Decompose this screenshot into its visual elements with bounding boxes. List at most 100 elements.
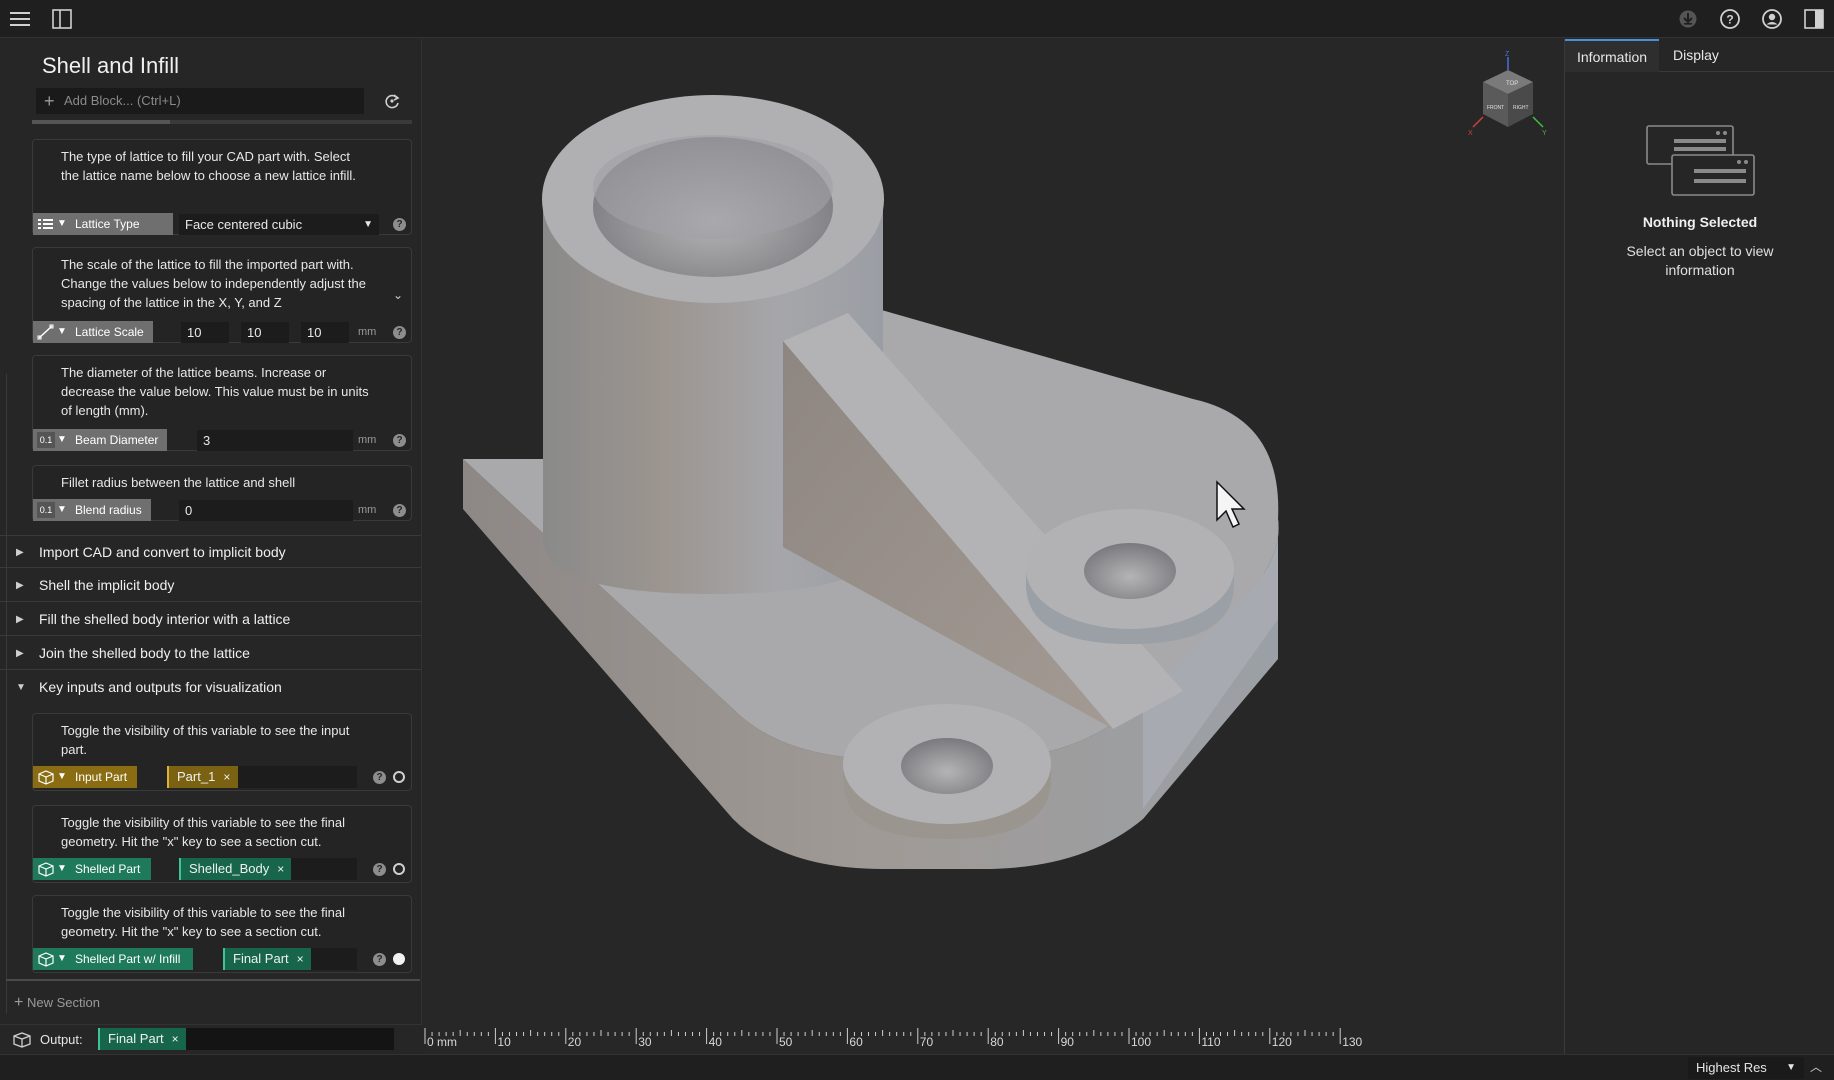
- help-icon[interactable]: ?: [373, 953, 386, 966]
- account-icon[interactable]: [1760, 7, 1784, 31]
- shelled-infill-block: Toggle the visibility of this variable t…: [32, 895, 412, 973]
- block-description: Toggle the visibility of this variable t…: [61, 815, 345, 849]
- ruler-label: 90: [1061, 1035, 1075, 1049]
- section-key-io[interactable]: ▼ Key inputs and outputs for visualizati…: [0, 671, 421, 704]
- shelled-infill-tag[interactable]: ▼ Shelled Part w/ Infill: [33, 948, 193, 970]
- chevron-right-icon: ▶: [16, 547, 24, 558]
- part-icon: [13, 1032, 31, 1048]
- chevron-up-icon[interactable]: ︿: [1810, 1058, 1822, 1075]
- help-icon[interactable]: ?: [393, 326, 406, 339]
- divider: [6, 979, 420, 981]
- visibility-toggle[interactable]: [393, 863, 405, 875]
- remove-chip-icon[interactable]: ×: [277, 862, 284, 876]
- visibility-toggle[interactable]: [393, 771, 405, 783]
- chevron-down-icon: ▼: [57, 218, 67, 229]
- lattice-scale-tag[interactable]: ▼ Lattice Scale: [33, 321, 153, 343]
- output-field[interactable]: Final Part ×: [98, 1028, 394, 1050]
- variable-field[interactable]: Final Part ×: [223, 948, 357, 970]
- axis-x-label: X: [1468, 130, 1473, 137]
- svg-text:?: ?: [1726, 13, 1733, 27]
- sidebar-toggle-icon[interactable]: [50, 7, 74, 31]
- empty-state-icon: [1646, 125, 1755, 196]
- resolution-value: Highest Res: [1696, 1060, 1767, 1075]
- chevron-down-icon: ▼: [57, 326, 67, 337]
- ruler-icon: [37, 324, 54, 340]
- shelled-part-tag[interactable]: ▼ Shelled Part: [33, 858, 151, 880]
- variable-field[interactable]: Shelled_Body ×: [179, 858, 357, 880]
- scale-z-input[interactable]: 10: [301, 322, 349, 343]
- tab-display[interactable]: Display: [1661, 39, 1731, 72]
- ruler-label: 60: [849, 1035, 863, 1049]
- add-block-input[interactable]: + Add Block... (Ctrl+L): [36, 88, 364, 114]
- 3d-viewport[interactable]: TOP FRONT RIGHT Z X Y: [423, 39, 1564, 1054]
- help-icon[interactable]: ?: [393, 504, 406, 517]
- ruler: 0 mm 10 20 30 40 50 60 70 80 90 100 110 120 130: [423, 1024, 1564, 1054]
- output-label: Output:: [40, 1032, 83, 1047]
- download-icon[interactable]: [1676, 7, 1700, 31]
- section-label: Import CAD and convert to implicit body: [39, 544, 286, 560]
- help-icon[interactable]: ?: [373, 863, 386, 876]
- block-description: The scale of the lattice to fill the imp…: [61, 257, 366, 310]
- variable-chip[interactable]: Part_1 ×: [167, 766, 238, 788]
- beam-diameter-input[interactable]: 3: [197, 430, 353, 451]
- axis-y-label: Y: [1542, 130, 1547, 137]
- chevron-down-icon: ▼: [57, 504, 67, 515]
- lattice-type-tag[interactable]: ▼ Lattice Type: [33, 213, 173, 235]
- unit-label: mm: [358, 504, 377, 516]
- chevron-down-icon: ▼: [57, 771, 67, 782]
- section-import-cad[interactable]: ▶ Import CAD and convert to implicit bod…: [0, 535, 421, 568]
- section-fill-lattice[interactable]: ▶ Fill the shelled body interior with a …: [0, 603, 421, 636]
- section-shell-body[interactable]: ▶ Shell the implicit body: [0, 569, 421, 602]
- variable-field[interactable]: Part_1 ×: [167, 766, 357, 788]
- tag-label: Shelled Part: [75, 862, 141, 876]
- blend-radius-input[interactable]: 0: [179, 500, 353, 521]
- tag-label: Beam Diameter: [75, 433, 159, 447]
- variable-chip[interactable]: Final Part ×: [223, 948, 311, 970]
- scale-y-input[interactable]: 10: [241, 322, 289, 343]
- tab-information[interactable]: Information: [1565, 39, 1660, 72]
- chevron-down-icon: ▼: [57, 434, 67, 445]
- output-row: Output: Final Part ×: [0, 1024, 422, 1054]
- page-title: Shell and Infill: [42, 53, 179, 78]
- help-icon[interactable]: ?: [1718, 7, 1742, 31]
- lattice-type-select[interactable]: Face centered cubic ▼: [179, 214, 379, 235]
- part-icon: [38, 862, 54, 877]
- blend-radius-tag[interactable]: 0.1 ▼ Blend radius: [33, 499, 151, 521]
- block-panel: Shell and Infill + Add Block... (Ctrl+L)…: [0, 39, 422, 1054]
- block-row: ▼ Shelled Part Shelled_Body × ?: [33, 858, 411, 880]
- ruler-label: 120: [1272, 1035, 1292, 1049]
- menu-icon[interactable]: [8, 7, 32, 31]
- ruler-label: 100: [1131, 1035, 1151, 1049]
- ruler-label: 20: [568, 1035, 582, 1049]
- help-icon[interactable]: ?: [393, 434, 406, 447]
- remove-chip-icon[interactable]: ×: [223, 770, 230, 784]
- section-join-lattice[interactable]: ▶ Join the shelled body to the lattice: [0, 637, 421, 670]
- new-section-button[interactable]: + New Section: [14, 994, 100, 1012]
- remove-chip-icon[interactable]: ×: [172, 1032, 179, 1046]
- remove-chip-icon[interactable]: ×: [297, 952, 304, 966]
- number-icon: 0.1: [37, 432, 55, 448]
- list-icon: [38, 219, 53, 229]
- resolution-select[interactable]: Highest Res ▼: [1688, 1057, 1804, 1079]
- expand-chevron-icon[interactable]: ⌄: [393, 288, 403, 302]
- scroll-indicator[interactable]: [32, 120, 412, 124]
- view-cube[interactable]: TOP FRONT RIGHT Z X Y: [1468, 51, 1547, 137]
- part-icon: [38, 952, 54, 967]
- scale-x-input[interactable]: 10: [181, 322, 229, 343]
- help-icon[interactable]: ?: [373, 771, 386, 784]
- visibility-toggle[interactable]: [393, 953, 405, 965]
- beam-diameter-tag[interactable]: 0.1 ▼ Beam Diameter: [33, 429, 167, 451]
- chevron-down-icon: ▼: [57, 953, 67, 964]
- chevron-right-icon: ▶: [16, 614, 24, 625]
- output-chip[interactable]: Final Part ×: [98, 1028, 186, 1050]
- variable-chip[interactable]: Shelled_Body ×: [179, 858, 292, 880]
- app-root: ? Shell and Infill + Add Block... (Ctrl+…: [0, 0, 1834, 1080]
- panel-toggle-icon[interactable]: [1802, 7, 1826, 31]
- refresh-icon[interactable]: [380, 89, 404, 113]
- plus-icon: +: [44, 91, 55, 111]
- part-model[interactable]: TOP FRONT RIGHT Z X Y: [423, 39, 1564, 1054]
- help-icon[interactable]: ?: [393, 218, 406, 231]
- info-panel: Information Display Nothing Selected Sel…: [1564, 39, 1834, 1054]
- chevron-down-icon: ▼: [16, 682, 26, 693]
- input-part-tag[interactable]: ▼ Input Part: [33, 766, 137, 788]
